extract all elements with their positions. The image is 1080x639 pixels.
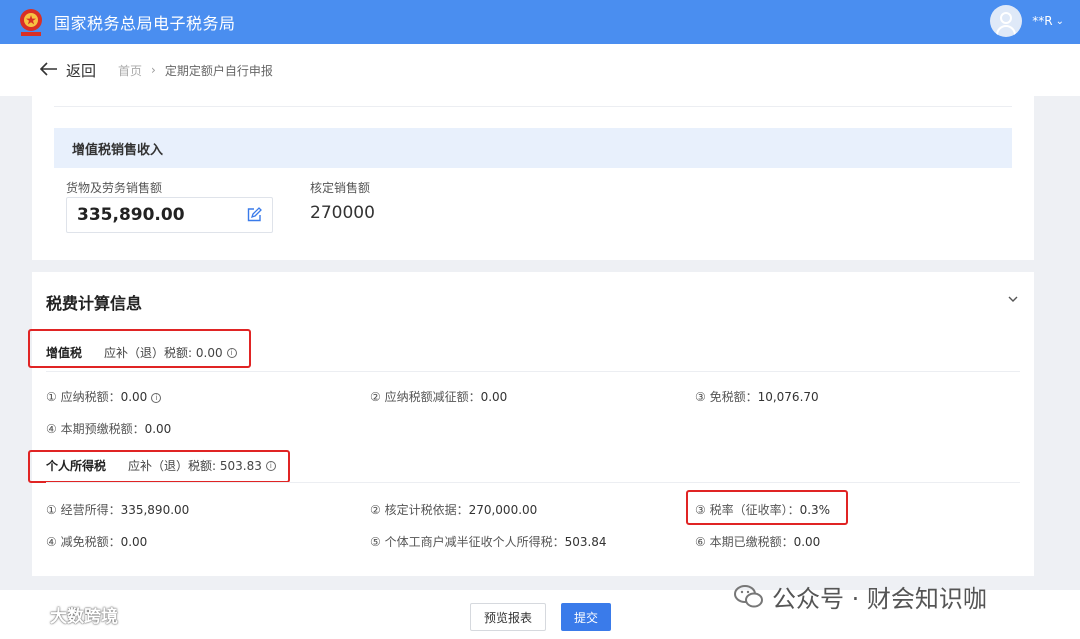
watermark-logo-icon xyxy=(9,606,46,621)
back-label[interactable]: 返回 xyxy=(66,60,96,81)
submit-button[interactable]: 提交 xyxy=(561,603,611,631)
vat-field: ④ 本期预缴税额：0.00 xyxy=(46,422,172,436)
info-icon[interactable]: i xyxy=(226,347,237,358)
iit-name: 个人所得税 xyxy=(46,459,107,473)
iit-field: ⑤ 个体工商户减半征收个人所得税：503.84 xyxy=(370,535,607,549)
vat-field: ② 应纳税额减征额：0.00 xyxy=(370,390,508,404)
info-icon[interactable]: i xyxy=(151,392,162,403)
tax-calc-card: 税费计算信息 增值税 应补（退）税额: 0.00 i ① 应纳税额：0.00 i … xyxy=(28,272,1034,576)
edit-icon[interactable] xyxy=(246,207,262,223)
goods-sales-label: 货物及劳务销售额 xyxy=(66,181,163,195)
back-button[interactable]: 返回 xyxy=(39,60,96,81)
goods-sales-input[interactable]: 335,890.00 xyxy=(66,197,273,233)
site-title: 国家税务总局电子税务局 xyxy=(54,14,236,33)
top-bar: 国家税务总局电子税务局 **R ⌄ xyxy=(0,0,1080,44)
iit-due: 应补（退）税额: 503.83 xyxy=(128,459,262,473)
vat-sales-heading: 增值税销售收入 xyxy=(54,128,1012,168)
vat-due: 应补（退）税额: 0.00 xyxy=(104,346,223,360)
chevron-down-icon[interactable] xyxy=(1008,292,1018,307)
vat-field: ① 应纳税额：0.00 i xyxy=(46,388,162,405)
iit-head: 个人所得税 应补（退）税额: 503.83 i xyxy=(46,457,276,474)
watermark-left: 大数跨境 xyxy=(8,602,118,627)
iit-field: ⑥ 本期已缴税额：0.00 xyxy=(695,535,821,549)
breadcrumb-separator: › xyxy=(151,63,156,77)
watermark-right: 公众号 · 财会知识咖 xyxy=(734,579,987,614)
verified-sales-label: 核定销售额 xyxy=(310,181,371,195)
breadcrumb-current: 定期定额户自行申报 xyxy=(164,63,273,78)
breadcrumb: 首页 › 定期定额户自行申报 xyxy=(118,62,273,79)
wechat-icon xyxy=(734,584,764,610)
breadcrumb-home[interactable]: 首页 xyxy=(118,62,142,79)
goods-sales-value[interactable]: 335,890.00 xyxy=(77,205,185,225)
nav-bar: 返回 首页 › 定期定额户自行申报 xyxy=(0,44,1080,96)
vat-name: 增值税 xyxy=(46,346,83,360)
chevron-down-icon[interactable]: ⌄ xyxy=(1056,16,1064,27)
preview-report-button[interactable]: 预览报表 xyxy=(470,603,546,631)
vat-sales-card: 增值税销售收入 货物及劳务销售额 核定销售额 335,890.00 270000 xyxy=(32,96,1034,260)
user-name[interactable]: **R xyxy=(1032,14,1052,28)
user-avatar[interactable] xyxy=(990,5,1023,37)
vat-head: 增值税 应补（退）税额: 0.00 i xyxy=(46,344,237,361)
vat-field: ③ 免税额：10,076.70 xyxy=(695,390,819,404)
tax-calc-title: 税费计算信息 xyxy=(46,294,143,313)
info-icon[interactable]: i xyxy=(265,460,276,471)
iit-field: ② 核定计税依据：270,000.00 xyxy=(370,503,538,517)
iit-field: ④ 减免税额：0.00 xyxy=(46,535,148,549)
arrow-left-icon[interactable] xyxy=(39,60,58,81)
national-emblem-icon xyxy=(16,7,46,37)
iit-field: ③ 税率（征收率）：0.3% xyxy=(695,503,831,517)
iit-field: ① 经营所得：335,890.00 xyxy=(46,503,190,517)
verified-sales-value: 270000 xyxy=(310,203,375,223)
